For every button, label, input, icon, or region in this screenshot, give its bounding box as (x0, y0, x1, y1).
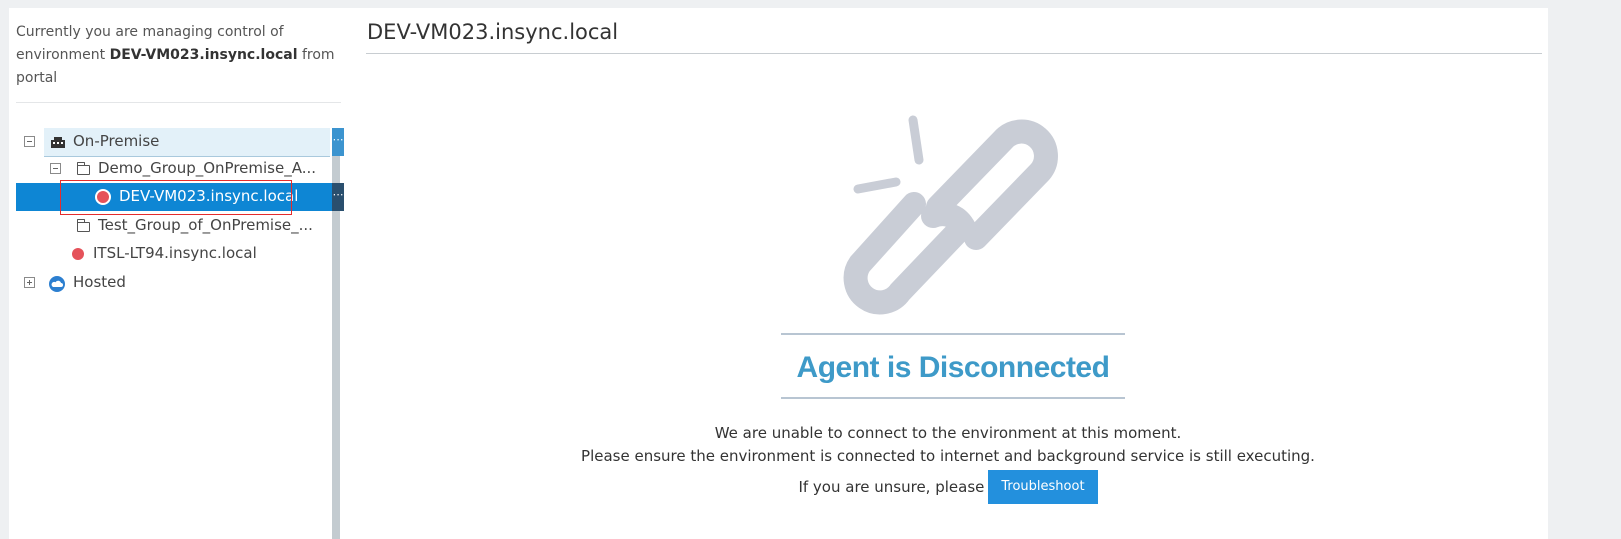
tree-node-label: Test_Group_of_OnPremise_... (98, 216, 313, 234)
collapse-icon[interactable] (50, 163, 61, 174)
annotation-highlight (60, 180, 292, 215)
cloud-icon (49, 276, 65, 292)
building-icon (51, 137, 65, 148)
folder-icon (77, 219, 90, 232)
tree-node-label: ITSL-LT94.insync.local (93, 244, 257, 262)
environment-name: DEV-VM023.insync.local (109, 47, 298, 63)
message-line-3: If you are unsure, please Troubleshoot (348, 470, 1548, 504)
broken-link-icon (843, 115, 1058, 315)
folder-icon (77, 162, 90, 175)
status-heading: Agent is Disconnected (796, 351, 1110, 384)
tree-node-label: On-Premise (73, 132, 160, 150)
tree-node-label: Demo_Group_OnPremise_A... (98, 159, 317, 177)
divider (366, 53, 1542, 54)
heading-rule-bottom (781, 397, 1125, 399)
collapse-icon[interactable] (24, 136, 35, 147)
tree-node-label: Hosted (73, 273, 126, 291)
tree-node-hosted[interactable]: Hosted (16, 269, 332, 297)
tree-node-on-premise[interactable]: On-Premise (16, 128, 332, 157)
message-line-2: Please ensure the environment is connect… (581, 447, 1315, 465)
message-line-1: We are unable to connect to the environm… (714, 424, 1182, 442)
environment-info: Currently you are managing control of en… (16, 24, 335, 86)
tree-node-demo-group[interactable]: Demo_Group_OnPremise_A... (16, 155, 332, 183)
heading-rule-top (781, 333, 1125, 335)
tree-node-itsl-lt94[interactable]: ITSL-LT94.insync.local (16, 240, 332, 268)
divider (16, 102, 341, 103)
expand-icon[interactable] (24, 277, 35, 288)
node-menu-handle[interactable]: ⋯ (332, 183, 344, 211)
main-panel: DEV-VM023.insync.local Agent is Disconne… (348, 8, 1548, 539)
page-title: DEV-VM023.insync.local (367, 20, 619, 44)
left-panel: Currently you are managing control of en… (9, 8, 349, 539)
tree-node-test-group[interactable]: Test_Group_of_OnPremise_... (16, 212, 332, 240)
node-menu-handle[interactable]: ⋯ (332, 128, 344, 156)
troubleshoot-prompt: If you are unsure, please (798, 478, 985, 496)
offline-status-icon (72, 248, 84, 260)
troubleshoot-button[interactable]: Troubleshoot (988, 470, 1098, 504)
